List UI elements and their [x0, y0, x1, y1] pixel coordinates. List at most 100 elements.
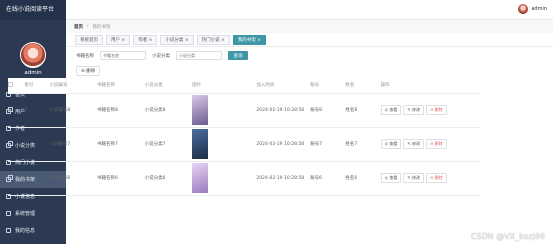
- title-search-input[interactable]: [100, 51, 146, 60]
- cover-cell: [192, 127, 257, 162]
- delete-button-label: 删除: [434, 175, 443, 180]
- top-username[interactable]: admin: [531, 6, 547, 12]
- sidebar-item-7[interactable]: 系统管理: [0, 205, 66, 222]
- category-cell: 小说分类6: [144, 161, 193, 196]
- view-button[interactable]: ◎ 查看: [380, 139, 402, 149]
- edit-button-label: 修改: [411, 141, 420, 146]
- delete-button[interactable]: ⊖ 删除: [425, 139, 447, 149]
- breadcrumb-current: 我的书架: [92, 24, 111, 30]
- watermark: CSDN @VX_bszj66: [470, 232, 545, 241]
- column-header: 姓名: [345, 78, 381, 94]
- view-button[interactable]: ◎ 查看: [380, 173, 402, 183]
- category-cell: 小说分类7: [144, 127, 193, 162]
- sidebar-profile: admin: [0, 20, 66, 76]
- close-icon[interactable]: ×: [256, 38, 261, 43]
- user-menu[interactable]: admin: [518, 4, 547, 14]
- close-icon[interactable]: ×: [220, 38, 225, 43]
- view-button-label: 查看: [389, 175, 398, 180]
- select-all-cell: [8, 78, 25, 94]
- title-cell: 书籍名称7: [96, 127, 145, 162]
- operation-cell: ◎ 查看 ✎ 修改 ⊖ 删除: [380, 93, 480, 128]
- tab-label: 用户: [111, 37, 120, 43]
- column-header: 操作: [380, 78, 480, 94]
- name-cell: 姓名8: [345, 93, 381, 128]
- account-cell: 账号7: [310, 127, 346, 162]
- view-button[interactable]: ◎ 查看: [380, 105, 402, 115]
- sidebar-item-8[interactable]: 我的信息: [0, 222, 66, 239]
- sidebar-item-label: 系统管理: [15, 211, 36, 217]
- delete-button[interactable]: ⊖ 删除: [425, 105, 447, 115]
- select-all-checkbox[interactable]: [8, 81, 13, 87]
- title-cell: 书籍名称8: [96, 93, 145, 128]
- search-button[interactable]: 查询: [228, 51, 248, 60]
- tab-4[interactable]: 热门小说 ×: [196, 34, 230, 45]
- edit-button[interactable]: ✎ 修改: [403, 173, 424, 183]
- row-select-cell: [8, 127, 25, 162]
- close-icon[interactable]: ×: [183, 38, 189, 43]
- row-checkbox[interactable]: [8, 106, 13, 112]
- row-checkbox[interactable]: [8, 140, 13, 146]
- tab-1[interactable]: 用户 ×: [106, 34, 131, 45]
- column-header: 加入时间: [256, 78, 311, 94]
- edit-button[interactable]: ✎ 修改: [403, 105, 424, 115]
- code-cell: 小说编号6: [49, 161, 97, 196]
- bulk-delete-label: 删除: [86, 69, 96, 74]
- delete-button[interactable]: ⊖ 删除: [425, 173, 447, 183]
- delete-button-label: 删除: [434, 141, 443, 146]
- name-cell: 姓名6: [345, 161, 381, 196]
- account-cell: 账号6: [310, 161, 346, 196]
- account-cell: 账号8: [310, 93, 346, 128]
- code-cell: 小说编号7: [49, 127, 97, 162]
- title-label: 书籍名称: [76, 53, 94, 59]
- column-header: 索引: [24, 78, 50, 94]
- view-button-label: 查看: [389, 107, 398, 112]
- column-header: 小说分类: [144, 78, 193, 94]
- close-icon[interactable]: ×: [147, 38, 153, 43]
- tab-label: 我的书架: [237, 37, 256, 43]
- app-title: 在线小说阅读平台: [0, 0, 66, 20]
- row-select-cell: [8, 93, 25, 128]
- breadcrumb-separator: /: [87, 24, 89, 29]
- index-cell: 2: [24, 127, 50, 162]
- sidebar-username: admin: [24, 70, 42, 76]
- book-cover-image: [192, 163, 209, 193]
- operation-cell: ◎ 查看 ✎ 修改 ⊖ 删除: [380, 161, 480, 196]
- title-cell: 书籍名称6: [96, 161, 145, 196]
- bookshelf-table: 索引 小说编号 书籍名称 小说分类 图片 加入时间 账号 姓名 操作 1 小说编号8 书籍名称8 小说…: [8, 78, 480, 196]
- book-cover-image: [192, 95, 209, 125]
- table-row: 2 小说编号7 书籍名称7 小说分类7 2024-02-19 10:28:58 账号7 姓名…: [8, 127, 480, 162]
- tab-label: 作者: [138, 37, 148, 43]
- tab-label: 小说分类: [165, 37, 184, 43]
- index-cell: 3: [24, 161, 50, 196]
- profile-icon: [6, 228, 11, 233]
- book-cover-image: [192, 129, 209, 159]
- category-search-input[interactable]: [176, 51, 222, 60]
- time-cell: 2024-02-19 10:28:58: [256, 127, 311, 162]
- code-cell: 小说编号8: [49, 93, 97, 128]
- table-header: 索引 小说编号 书籍名称 小说分类 图片 加入时间 账号 姓名 操作: [8, 78, 480, 94]
- table-body: 1 小说编号8 书籍名称8 小说分类8 2024-02-19 10:28:58 账号8 姓名…: [8, 93, 480, 196]
- edit-button-label: 修改: [411, 107, 420, 112]
- tab-2[interactable]: 作者 ×: [133, 34, 158, 45]
- close-icon[interactable]: ×: [120, 38, 125, 43]
- category-label: 小说分类: [152, 53, 170, 59]
- breadcrumb-home[interactable]: 首页: [74, 24, 83, 30]
- cover-cell: [192, 93, 257, 128]
- tab-0[interactable]: 系统首页: [75, 34, 103, 45]
- table-row: 1 小说编号8 书籍名称8 小说分类8 2024-02-19 10:28:58 账号8 姓名…: [8, 93, 480, 128]
- avatar[interactable]: [518, 4, 529, 14]
- name-cell: 姓名7: [345, 127, 381, 162]
- row-checkbox[interactable]: [8, 174, 13, 180]
- avatar: [20, 42, 46, 68]
- tab-label: 系统首页: [80, 37, 98, 43]
- breadcrumb: 首页 / 我的书架: [66, 20, 553, 33]
- column-header: 账号: [310, 78, 346, 94]
- edit-button[interactable]: ✎ 修改: [403, 139, 424, 149]
- tab-3[interactable]: 小说分类 ×: [160, 34, 194, 45]
- edit-button-label: 修改: [411, 175, 420, 180]
- time-cell: 2024-02-19 10:28:58: [256, 161, 311, 196]
- column-header: 小说编号: [49, 78, 97, 94]
- bulk-delete-button[interactable]: ⊖ 删除: [76, 66, 101, 76]
- category-cell: 小说分类8: [144, 93, 193, 128]
- tab-5[interactable]: 我的书架 ×: [232, 34, 267, 45]
